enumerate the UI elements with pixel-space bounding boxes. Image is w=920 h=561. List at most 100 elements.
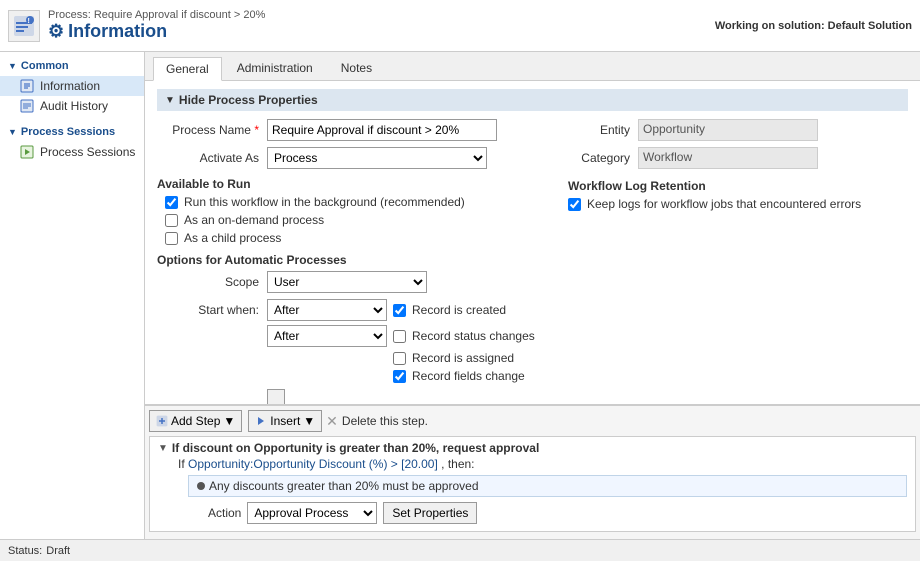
step-collapse-icon-1[interactable]: ▼ [158,443,168,454]
process-sessions-header-label: Process Sessions [21,126,115,138]
step-condition-1: If Opportunity:Opportunity Discount (%) … [158,455,907,473]
activate-as-label: Activate As [157,151,267,165]
main-layout: ▼ Common Information [0,52,920,539]
sidebar-item-information[interactable]: Information [0,76,144,96]
check-fields-change-label: Record fields change [412,369,525,383]
step-item-1: ▼ If discount on Opportunity is greater … [149,436,916,532]
top-bar-left: ! Process: Require Approval if discount … [8,9,265,42]
insert-button[interactable]: Insert ▼ [248,410,322,432]
sidebar-common-header[interactable]: ▼ Common [0,56,144,76]
add-step-icon [156,415,168,427]
check-background[interactable] [165,196,178,209]
status-bar: Status: Draft [0,539,920,561]
audit-history-icon [20,99,34,113]
tab-general[interactable]: General [153,57,222,81]
process-name-label: Process Name [157,123,267,137]
check-on-demand[interactable] [165,214,178,227]
sidebar-item-process-sessions[interactable]: Process Sessions [0,142,144,162]
sidebar-item-audit-history[interactable]: Audit History [0,96,144,116]
tab-administration[interactable]: Administration [224,56,326,80]
start-when-controls-1: After Record is created [267,299,506,321]
category-row: Category Workflow [568,147,908,169]
options-section: Options for Automatic Processes Scope Us… [157,253,548,404]
sidebar-information-label: Information [40,79,100,93]
information-icon [20,79,34,93]
activate-as-row: Activate As Process [157,147,548,169]
check-record-assigned[interactable] [393,352,406,365]
sidebar: ▼ Common Information [0,52,145,539]
scope-select[interactable]: User [267,271,427,293]
check-status-changes[interactable] [393,330,406,343]
form-col-right: Entity Opportunity Category Workflow Wor… [568,119,908,404]
wf-log-check-row: Keep logs for workflow jobs that encount… [568,197,908,211]
steps-toolbar: Add Step ▼ Insert ▼ ✕ Delete this step. [149,410,916,432]
action-label: Action [208,506,241,520]
check-fields-change[interactable] [393,370,406,383]
scope-label: Scope [157,275,267,289]
available-to-run-section: Available to Run Run this workflow in th… [157,177,548,245]
form-col-left: Process Name Activate As Process Availab… [157,119,548,404]
start-when-row-1: Start when: After Record is created [157,299,548,321]
start-when-select-1[interactable]: After [267,299,387,321]
start-when-select-2[interactable]: After [267,325,387,347]
insert-dropdown-icon: ▼ [303,414,315,428]
section-header-hide-process[interactable]: ▼ Hide Process Properties [157,89,908,111]
check-row-1: Run this workflow in the background (rec… [165,195,548,209]
check-record-assigned-label: Record is assigned [412,351,514,365]
sidebar-audit-history-label: Audit History [40,99,108,113]
check-on-demand-label: As an on-demand process [184,213,324,227]
step-action-row-1: Action Approval Process Set Properties [158,499,907,527]
status-value: Draft [46,545,70,557]
toolbar-separator: ✕ [326,413,338,430]
process-sessions-icon [20,145,34,159]
process-name-row: Process Name [157,119,548,141]
check-record-created[interactable] [393,304,406,317]
add-step-button[interactable]: Add Step ▼ [149,410,242,432]
process-name-input[interactable] [267,119,497,141]
entity-row: Entity Opportunity [568,119,908,141]
sidebar-process-sessions-header[interactable]: ▼ Process Sessions [0,122,144,142]
form-two-col: Process Name Activate As Process Availab… [157,119,908,404]
process-icon: ! [8,10,40,42]
step-header-label-1: If discount on Opportunity is greater th… [172,441,539,455]
gear-icon: ⚙ [48,21,64,42]
step-condition-link-1[interactable]: Opportunity:Opportunity Discount (%) > [… [188,457,438,471]
delete-step-label: Delete this step. [342,414,428,428]
step-header-1: ▼ If discount on Opportunity is greater … [158,441,907,455]
start-when-row-2: After Record status changes [157,325,548,347]
step-sub-bullet-1 [197,482,205,490]
check-row-3: As a child process [165,231,548,245]
status-label: Status: [8,545,42,557]
activate-as-select[interactable]: Process [267,147,487,169]
select-button[interactable] [267,389,285,404]
section-collapse-icon: ▼ [165,95,175,106]
step-sub-item-1: Any discounts greater than 20% must be a… [188,475,907,497]
set-properties-button[interactable]: Set Properties [383,502,477,524]
svg-text:!: ! [28,18,30,25]
action-select[interactable]: Approval Process [247,502,377,524]
tab-notes[interactable]: Notes [328,56,385,80]
step-sub-label-1: Any discounts greater than 20% must be a… [209,479,479,493]
options-title: Options for Automatic Processes [157,253,548,267]
process-name-heading: ⚙ Information [48,21,265,42]
section-header-label: Hide Process Properties [179,93,318,107]
check-wf-log[interactable] [568,198,581,211]
common-collapse-icon: ▼ [8,61,17,71]
start-when-controls-2: After Record status changes [267,325,535,347]
process-subtitle: Process: Require Approval if discount > … [48,9,265,21]
top-bar: ! Process: Require Approval if discount … [0,0,920,52]
wf-log-section: Workflow Log Retention Keep logs for wor… [568,179,908,211]
process-heading-text: Information [68,21,167,42]
start-when-row-4: Record fields change [157,369,548,404]
entity-label: Entity [568,123,638,137]
insert-label: Insert [270,414,300,428]
check-child-process[interactable] [165,232,178,245]
start-when-row-3: Record is assigned [157,351,548,365]
wf-log-title: Workflow Log Retention [568,179,908,193]
start-when-controls-4: Record fields change [267,369,548,404]
check-wf-log-label: Keep logs for workflow jobs that encount… [587,197,861,211]
check-row-2: As an on-demand process [165,213,548,227]
insert-icon [255,415,267,427]
available-to-run-title: Available to Run [157,177,548,191]
common-header-label: Common [21,60,69,72]
